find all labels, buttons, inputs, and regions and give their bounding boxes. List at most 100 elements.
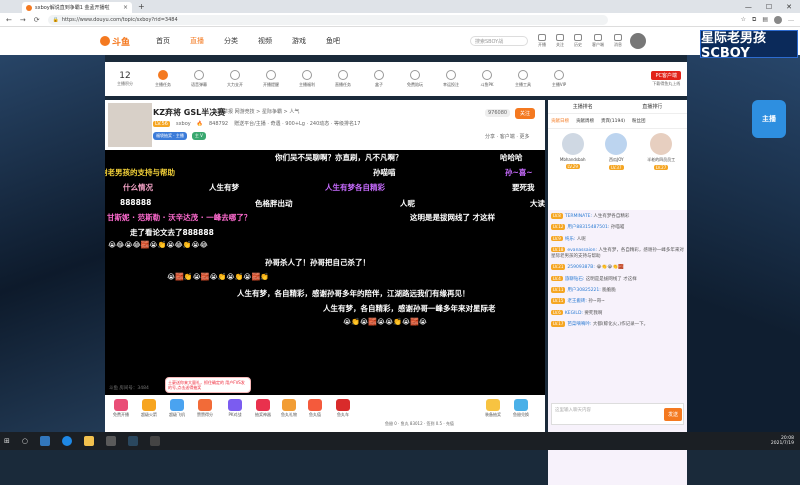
live-rank[interactable]: 直播排行	[642, 103, 662, 110]
tool-mission[interactable]: 直播任务	[331, 70, 355, 88]
rank-item[interactable]: Mbhandsbah LV.29	[560, 133, 586, 177]
logo-mark-icon	[100, 36, 110, 46]
tool-bet[interactable]: 幸运投注	[439, 70, 463, 88]
rank-item[interactable]: 西瓜JOY LV.37	[605, 133, 628, 177]
forward-icon[interactable]: →	[20, 16, 26, 24]
maximize-icon[interactable]: ☐	[766, 3, 772, 11]
msg-user[interactable]: 旅聊钻石:	[565, 277, 585, 282]
room-tags[interactable]: 举报 网游竞技 > 星际争霸 > 人气	[223, 108, 299, 115]
video-player[interactable]: 你们吴不吴聊啊？亦直刷，凡不凡啊？ 哈哈哈 谢老男孩的支持与帮助 孙喵喵 孙~喜…	[105, 150, 545, 395]
tab-vip[interactable]: 贵宾(1194)	[601, 118, 625, 124]
task-view-icon[interactable]	[39, 436, 50, 446]
follow-button[interactable]: 关注	[515, 108, 536, 119]
gift-item[interactable]: 超级飞机	[167, 399, 187, 418]
wallet-info[interactable]: 鱼翅 0 · 鱼丸 83012 · 签到 0.5 · 充值	[385, 421, 454, 427]
header-follow[interactable]: 关注	[556, 34, 564, 48]
msg-user[interactable]: 纯乐:	[565, 237, 576, 242]
app-icon[interactable]	[149, 436, 160, 446]
gift-item[interactable]: 鱼丸礼物	[279, 399, 299, 418]
minimize-icon[interactable]: —	[745, 3, 752, 11]
gift-item[interactable]: 赞赞得分	[195, 399, 215, 418]
tool-remind[interactable]: 开播提醒	[259, 70, 283, 88]
tool-voice[interactable]: 语音弹幕	[187, 70, 211, 88]
app-icon[interactable]	[105, 436, 116, 446]
gift-item[interactable]: 鱼丸车	[333, 399, 353, 418]
anchor-mascot-badge[interactable]: 主播	[752, 100, 786, 138]
pc-client-button[interactable]: PC客户端 下载得鱼丸上线	[651, 71, 681, 87]
anchor-level[interactable]: 12 主播积分	[105, 71, 145, 87]
gift-item[interactable]: PK对战	[225, 399, 245, 418]
nav-video[interactable]: 视频	[258, 36, 272, 46]
reload-icon[interactable]: ⟳	[34, 16, 40, 24]
tab-fans[interactable]: 粉丝团	[632, 118, 646, 124]
gift-item[interactable]: 鱼丸值	[305, 399, 325, 418]
gift-item[interactable]: 鱼翅兑换	[511, 399, 531, 418]
edge-browser-icon[interactable]	[61, 436, 72, 446]
header-live[interactable]: 开播	[538, 34, 546, 48]
msg-user[interactable]: TERMINATE:	[565, 214, 592, 219]
profile-avatar[interactable]	[774, 15, 782, 24]
nav-category[interactable]: 分类	[224, 36, 238, 46]
msg-user[interactable]: 用户88315487501:	[567, 225, 609, 230]
msg-level: LV.12	[551, 224, 566, 230]
search-icon[interactable]: ○	[22, 437, 28, 445]
tab-weekly[interactable]: 贡献周榜	[576, 118, 594, 124]
tool-pk[interactable]: 斗鱼PK	[475, 70, 499, 88]
msg-user[interactable]: KEGILD:	[565, 311, 583, 316]
extensions-icon[interactable]: ⧉	[752, 16, 756, 24]
send-button[interactable]: 发送	[664, 408, 683, 421]
back-icon[interactable]: ←	[6, 16, 12, 24]
close-tab-icon[interactable]: ×	[123, 4, 128, 11]
browser-tab[interactable]: sxboy解说直到争霸1 金孟开播啦 ×	[22, 2, 132, 13]
tool-play[interactable]: 免费陪玩	[403, 70, 427, 88]
tab-daily[interactable]: 贡献日榜	[551, 118, 569, 124]
header-client[interactable]: 客户端	[592, 34, 604, 48]
header-message[interactable]: 消息	[614, 34, 622, 48]
menu-icon[interactable]: …	[788, 16, 794, 24]
anchor-thumbnail[interactable]	[108, 103, 152, 147]
tool-vip[interactable]: 主播VIP	[547, 70, 571, 88]
lottery-pill[interactable]: 福袋抽奖 · 主播	[153, 132, 187, 140]
gift-item[interactable]: 免费开播	[111, 399, 131, 418]
tool-boost[interactable]: 大力支开	[223, 70, 247, 88]
user-avatar[interactable]	[630, 33, 646, 49]
window-controls: — ☐ ✕	[745, 3, 800, 11]
file-explorer-icon[interactable]	[83, 436, 94, 446]
nav-home[interactable]: 首页	[156, 36, 170, 46]
msg-user[interactable]: evanassaion:	[567, 248, 597, 253]
msg-text: 😭👏😭👏🧱	[596, 265, 624, 271]
system-clock[interactable]: 20:08 2021/7/19	[771, 436, 794, 447]
header-follow-label: 关注	[556, 42, 564, 47]
gift-item[interactable]: 装备抽奖	[483, 399, 503, 418]
nav-live[interactable]: 直播	[190, 36, 204, 46]
vip-pill[interactable]: 主 V	[191, 132, 206, 140]
msg-user[interactable]: 25909387B:	[567, 265, 595, 270]
collections-icon[interactable]: ▤	[762, 16, 768, 24]
nav-game[interactable]: 游戏	[292, 36, 306, 46]
tool-tools[interactable]: 主播工具	[511, 70, 535, 88]
close-window-icon[interactable]: ✕	[786, 3, 792, 11]
msg-user[interactable]: 老王搬砖:	[567, 299, 587, 304]
windows-start-icon[interactable]: ⊞	[4, 437, 10, 445]
steam-icon[interactable]	[127, 436, 138, 446]
msg-user[interactable]: 用户30825221:	[567, 288, 600, 293]
url-field[interactable]: 🔒 https://www.douyu.com/topic/sxboy?rid=…	[47, 14, 608, 25]
tool-welfare[interactable]: 主播福利	[295, 70, 319, 88]
gift-item[interactable]: 抽奖神器	[253, 399, 273, 418]
tool-box[interactable]: 盒子	[367, 70, 391, 88]
msg-user[interactable]: 芭菜嘀嘀吟:	[567, 322, 591, 327]
header-history[interactable]: 历史	[574, 34, 582, 48]
lottery-popup[interactable]: 土豪送你来大量礼，抓住确定的 用户FVS发的号,点击送得抽奖	[165, 377, 251, 393]
anchor-name[interactable]: sxboy	[176, 121, 191, 127]
msg-level: LV.17	[551, 320, 566, 327]
new-tab-icon[interactable]: +	[138, 2, 145, 11]
gift-item[interactable]: 超级火箭	[139, 399, 159, 418]
rank-item[interactable]: 半老的四员员工 LV.27	[647, 133, 675, 177]
douyu-logo[interactable]: 斗鱼	[100, 34, 134, 48]
tool-task[interactable]: 主播任务	[151, 70, 175, 88]
share-line[interactable]: 分享 · 客户端 · 更多	[485, 133, 530, 140]
search-input[interactable]: 搜索SBOY战	[470, 36, 528, 46]
anchor-rank[interactable]: 主播排名	[573, 103, 593, 110]
nav-fishbar[interactable]: 鱼吧	[326, 36, 340, 46]
star-icon[interactable]: ☆	[741, 16, 746, 24]
